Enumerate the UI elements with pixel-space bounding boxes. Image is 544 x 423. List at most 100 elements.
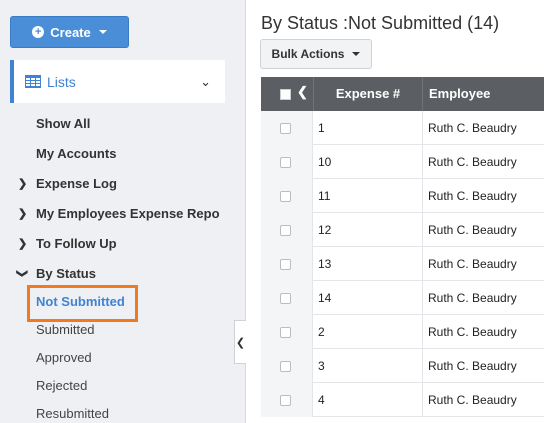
expense-number[interactable]: 12 <box>318 213 331 247</box>
main-content: By Status :Not Submitted (14) Bulk Actio… <box>247 0 544 423</box>
create-button[interactable]: + Create <box>10 16 129 48</box>
checkbox-cell <box>261 145 313 179</box>
nav-label: Submitted <box>36 321 95 337</box>
nav-label: Resubmitted <box>36 405 109 421</box>
chevron-down-icon: ❯ <box>16 268 29 278</box>
expense-table: ❮ Expense # Employee 1 Ruth C. Beaudry 1… <box>261 77 544 417</box>
expense-number[interactable]: 14 <box>318 281 331 315</box>
table-row[interactable]: 12 Ruth C. Beaudry <box>261 213 544 247</box>
bulk-actions-label: Bulk Actions <box>271 47 345 61</box>
table-row[interactable]: 1 Ruth C. Beaudry <box>261 111 544 145</box>
column-divider <box>422 213 423 247</box>
chevron-left-icon[interactable]: ❮ <box>297 84 308 100</box>
checkbox-cell <box>261 179 313 213</box>
column-divider <box>422 179 423 213</box>
row-checkbox[interactable] <box>280 157 291 168</box>
row-checkbox[interactable] <box>280 327 291 338</box>
table-row[interactable]: 13 Ruth C. Beaudry <box>261 247 544 281</box>
nav-resubmitted[interactable]: Resubmitted <box>0 401 246 423</box>
employee-name: Ruth C. Beaudry <box>428 155 517 169</box>
lists-dropdown[interactable]: Lists ⌄ <box>10 60 225 103</box>
expense-number[interactable]: 13 <box>318 247 331 281</box>
expense-number[interactable]: 10 <box>318 145 331 179</box>
row-checkbox[interactable] <box>280 123 291 134</box>
lists-label: Lists <box>47 73 76 90</box>
expense-number[interactable]: 11 <box>318 179 330 213</box>
column-divider <box>422 145 423 179</box>
row-checkbox[interactable] <box>280 259 291 270</box>
nav-expense-log[interactable]: ❯ Expense Log <box>0 171 246 195</box>
row-checkbox[interactable] <box>280 191 291 202</box>
nav-label: Show All <box>36 115 91 131</box>
nav-label: Approved <box>36 349 92 365</box>
employee-name: Ruth C. Beaudry <box>428 257 517 271</box>
chevron-right-icon: ❯ <box>18 237 28 250</box>
chevron-right-icon: ❯ <box>18 177 28 190</box>
nav-my-employees-expense-repo[interactable]: ❯ My Employees Expense Repo <box>0 201 246 225</box>
expense-number[interactable]: 2 <box>318 315 325 349</box>
checkbox-cell <box>261 349 313 383</box>
column-header-employee[interactable]: Employee <box>422 77 544 111</box>
table-row[interactable]: 4 Ruth C. Beaudry <box>261 383 544 417</box>
checkbox-cell <box>261 281 313 315</box>
select-all-checkbox[interactable] <box>280 89 291 100</box>
row-checkbox[interactable] <box>280 361 291 372</box>
table-row[interactable]: 2 Ruth C. Beaudry <box>261 315 544 349</box>
nav-show-all[interactable]: Show All <box>0 111 246 135</box>
nav-by-status[interactable]: ❯ By Status <box>0 261 246 285</box>
column-divider <box>422 349 423 383</box>
employee-name: Ruth C. Beaudry <box>428 325 517 339</box>
chevron-down-icon: ⌄ <box>200 73 211 89</box>
caret-down-icon <box>352 52 361 56</box>
chevron-left-icon: ❮ <box>235 336 246 349</box>
expense-number[interactable]: 4 <box>318 383 325 417</box>
column-divider <box>422 281 423 315</box>
employee-name: Ruth C. Beaudry <box>428 291 517 305</box>
nav-label: To Follow Up <box>36 235 117 251</box>
chevron-right-icon: ❯ <box>18 207 28 220</box>
nav-rejected[interactable]: Rejected <box>0 373 246 397</box>
table-header: ❮ Expense # Employee <box>261 77 544 111</box>
caret-down-icon <box>98 30 107 34</box>
checkbox-cell <box>261 111 313 145</box>
bulk-actions-button[interactable]: Bulk Actions <box>260 39 372 69</box>
row-checkbox[interactable] <box>280 225 291 236</box>
nav-label: My Accounts <box>36 145 117 161</box>
checkbox-cell <box>261 247 313 281</box>
nav-approved[interactable]: Approved <box>0 345 246 369</box>
sidebar: + Create Lists ⌄ Show All My Accounts ❯ … <box>0 0 246 423</box>
employee-name: Ruth C. Beaudry <box>428 223 517 237</box>
nav-label: Expense Log <box>36 175 117 191</box>
column-divider <box>422 247 423 281</box>
nav-my-accounts[interactable]: My Accounts <box>0 141 246 165</box>
column-divider <box>422 111 423 145</box>
table-row[interactable]: 3 Ruth C. Beaudry <box>261 349 544 383</box>
nav-label: Rejected <box>36 377 88 393</box>
page-title: By Status :Not Submitted (14) <box>261 13 500 33</box>
plus-circle-icon: + <box>32 26 45 38</box>
column-divider <box>422 383 423 417</box>
collapse-sidebar-button[interactable]: ❮ <box>234 320 246 364</box>
create-button-label: Create <box>50 24 91 40</box>
table-row[interactable]: 10 Ruth C. Beaudry <box>261 145 544 179</box>
checkbox-cell <box>261 213 313 247</box>
nav-label: By Status <box>36 265 96 281</box>
employee-name: Ruth C. Beaudry <box>428 189 517 203</box>
checkbox-cell <box>261 315 313 349</box>
table-row[interactable]: 14 Ruth C. Beaudry <box>261 281 544 315</box>
column-divider <box>422 315 423 349</box>
row-checkbox[interactable] <box>280 293 291 304</box>
employee-name: Ruth C. Beaudry <box>428 393 517 407</box>
table-row[interactable]: 11 Ruth C. Beaudry <box>261 179 544 213</box>
expense-number[interactable]: 3 <box>318 349 325 383</box>
highlight-annotation <box>27 285 138 322</box>
expense-number[interactable]: 1 <box>318 111 325 145</box>
checkbox-cell <box>261 383 313 417</box>
nav-to-follow-up[interactable]: ❯ To Follow Up <box>0 231 246 255</box>
column-header-expense[interactable]: Expense # <box>313 77 422 111</box>
nav-label: My Employees Expense Repo <box>36 205 220 221</box>
row-checkbox[interactable] <box>280 395 291 406</box>
employee-name: Ruth C. Beaudry <box>428 359 517 373</box>
table-grid-icon <box>25 75 41 88</box>
employee-name: Ruth C. Beaudry <box>428 121 517 135</box>
